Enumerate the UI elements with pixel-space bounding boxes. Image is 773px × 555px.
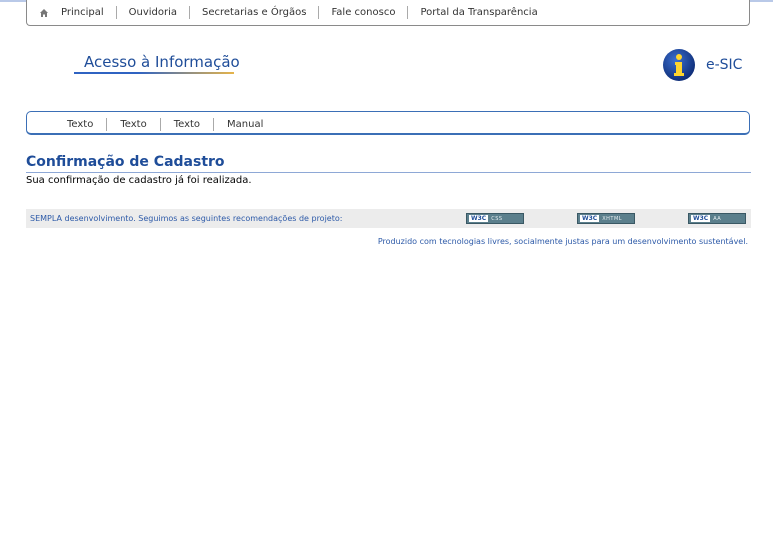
confirmation-message: Sua confirmação de cadastro já foi reali… <box>26 175 252 186</box>
title-divider <box>26 172 751 173</box>
w3c-aa-badge[interactable]: W3C AA <box>688 213 746 224</box>
subnav-item-texto-1[interactable]: Texto <box>55 118 108 131</box>
badge-kind: XHTML <box>602 215 623 222</box>
w3c-label: W3C <box>691 215 711 222</box>
w3c-css-badge[interactable]: W3C CSS <box>466 213 524 224</box>
footer-bar: SEMPLA desenvolvimento. Seguimos as segu… <box>26 209 751 228</box>
esic-logo[interactable]: e-SIC <box>662 48 742 82</box>
nav-item-ouvidoria[interactable]: Ouvidoria <box>117 6 191 19</box>
brand-underline <box>74 72 234 74</box>
badge-kind: AA <box>713 215 722 222</box>
home-icon[interactable] <box>39 8 49 18</box>
top-navigation-bar: Principal Ouvidoria Secretarias e Órgãos… <box>26 0 750 26</box>
subnav-item-texto-2[interactable]: Texto <box>107 118 161 131</box>
nav-item-fale-conosco[interactable]: Fale conosco <box>319 6 409 19</box>
badge-kind: CSS <box>491 215 503 222</box>
w3c-label: W3C <box>580 215 600 222</box>
secondary-nav-menu: Texto Texto Texto Manual <box>55 118 276 131</box>
subnav-item-manual[interactable]: Manual <box>214 118 276 131</box>
footer-note: Produzido com tecnologias livres, social… <box>377 237 748 246</box>
w3c-label: W3C <box>469 215 489 222</box>
page-title: Confirmação de Cadastro <box>26 154 225 170</box>
esic-label: e-SIC <box>706 57 743 73</box>
brand-title: Acesso à Informação <box>84 53 240 71</box>
nav-item-principal[interactable]: Principal <box>59 6 117 19</box>
nav-item-portal-transparencia[interactable]: Portal da Transparência <box>408 6 549 19</box>
subnav-item-texto-3[interactable]: Texto <box>161 118 215 131</box>
info-icon <box>663 49 695 81</box>
w3c-xhtml-badge[interactable]: W3C XHTML <box>577 213 635 224</box>
brand-logo[interactable]: Acesso à Informação <box>74 52 240 74</box>
secondary-navigation-bar: Texto Texto Texto Manual <box>26 111 750 135</box>
top-nav-menu: Principal Ouvidoria Secretarias e Órgãos… <box>39 6 550 19</box>
footer-credits: SEMPLA desenvolvimento. Seguimos as segu… <box>30 214 343 223</box>
nav-item-secretarias[interactable]: Secretarias e Órgãos <box>190 6 320 19</box>
